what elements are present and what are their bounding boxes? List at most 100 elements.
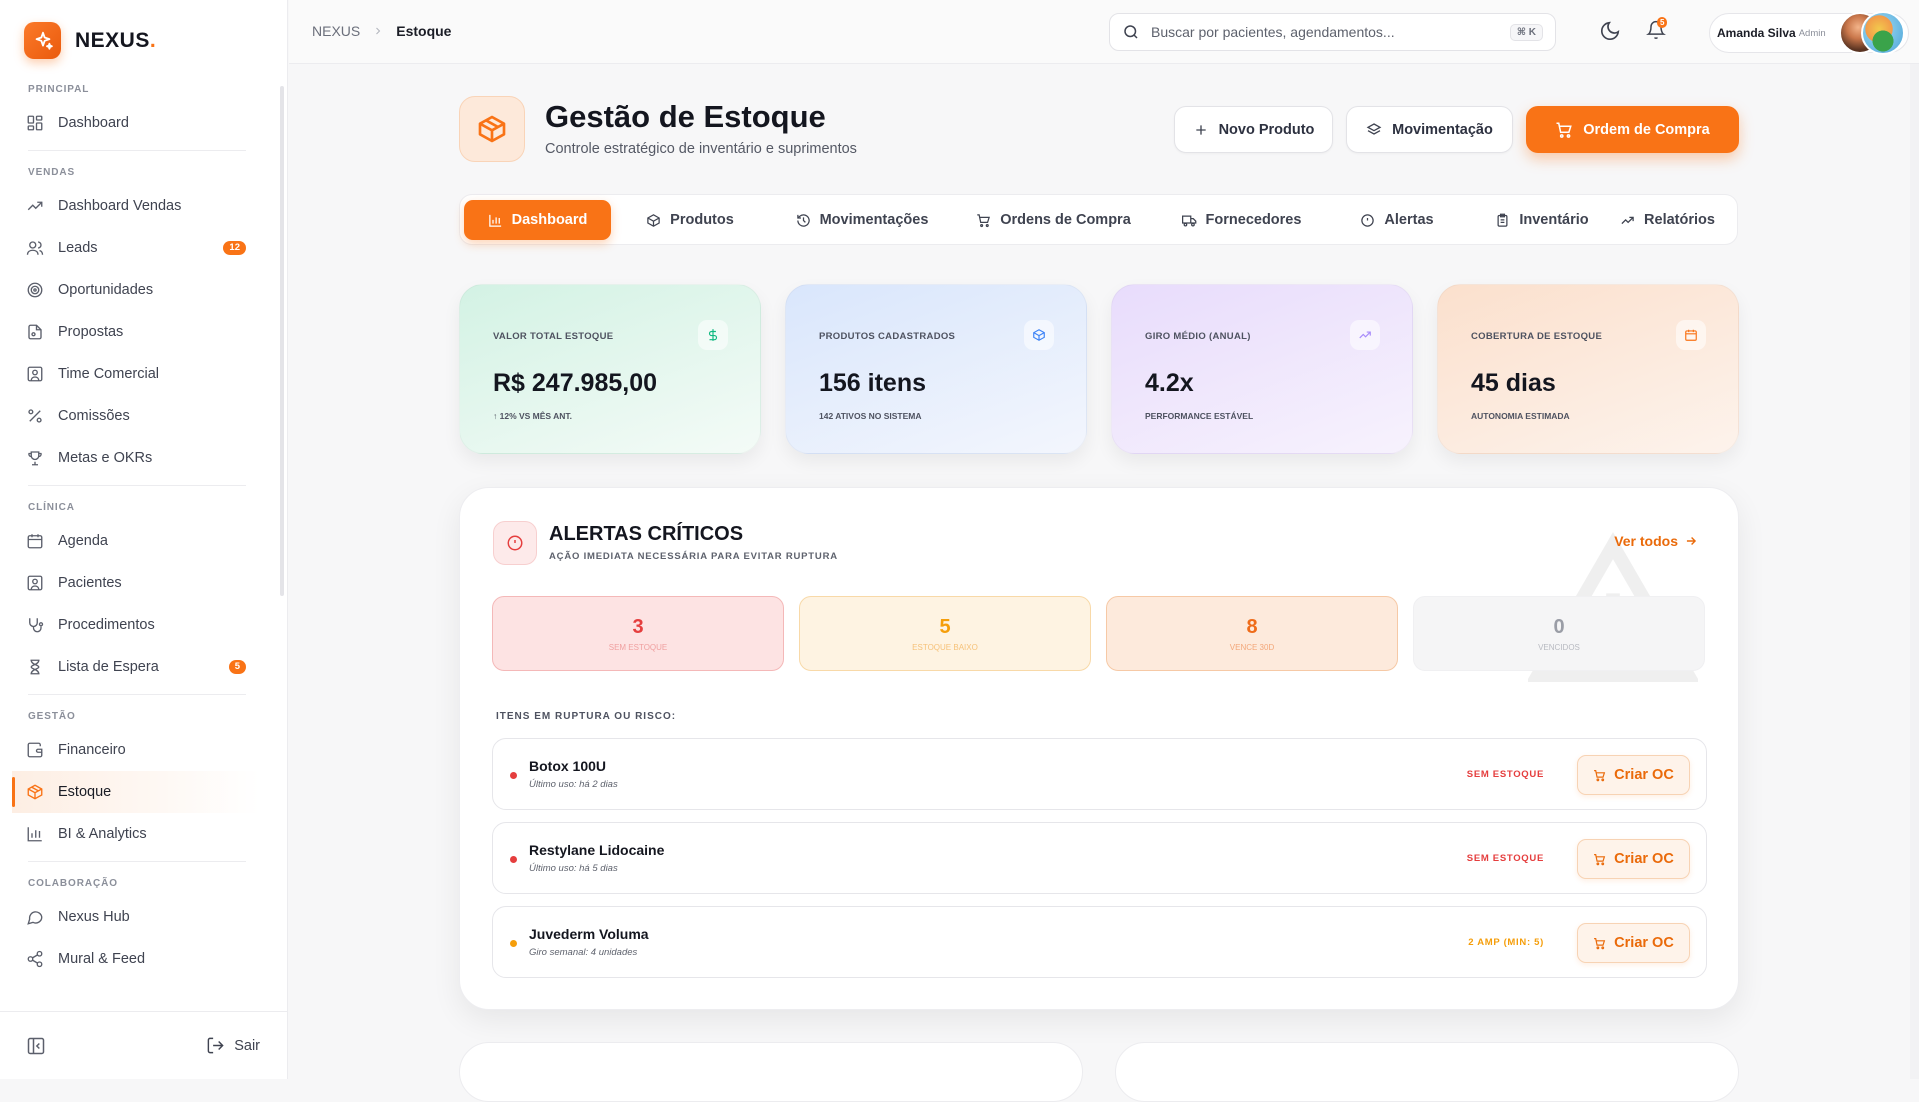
stethoscope-icon: [29, 618, 44, 633]
percent-icon: [28, 409, 42, 423]
sidebar-item-leads[interactable]: Leads 12: [0, 227, 280, 269]
cart-icon: [977, 213, 991, 227]
item-status: SEM ESTOQUE: [1466, 853, 1544, 864]
divider: [28, 150, 246, 151]
sidebar-item-label: Time Comercial: [58, 366, 159, 382]
cart-icon: [1556, 122, 1573, 138]
file-icon: [28, 324, 42, 340]
package-icon: [1024, 320, 1054, 350]
risk-items-heading: ITENS EM RUPTURA OU RISCO:: [496, 711, 677, 722]
sidebar-item-nexus-hub[interactable]: Nexus Hub: [0, 896, 280, 938]
sidebar-item-label: Leads: [58, 240, 98, 256]
sidebar-item-pacientes[interactable]: Pacientes: [0, 562, 280, 604]
kpi-value: 156 itens: [819, 369, 927, 397]
tab-label: Movimentações: [819, 212, 929, 228]
sidebar-item-dashboard-vendas[interactable]: Dashboard Vendas: [0, 185, 280, 227]
sparkle-icon: [24, 22, 61, 59]
tab-dashboard[interactable]: Dashboard: [464, 200, 611, 240]
chat-icon: [27, 911, 43, 925]
moon-icon[interactable]: [1599, 20, 1621, 42]
sidebar-item-label: Financeiro: [58, 742, 126, 758]
brand-logo[interactable]: NEXUS.: [24, 22, 156, 59]
leads-count-badge: 12: [223, 241, 246, 255]
divider: [28, 861, 246, 862]
nav-section-colaboracao: COLABORAÇÃO: [28, 878, 118, 889]
user-name: Amanda Silva: [1717, 26, 1796, 40]
tab-label: Inventário: [1519, 212, 1589, 228]
sidebar-item-bi-analytics[interactable]: BI & Analytics: [0, 813, 280, 855]
contact-icon: [27, 575, 43, 591]
view-all-link[interactable]: Ver todos: [1614, 533, 1698, 549]
nav-section-principal: PRINCIPAL: [28, 84, 90, 95]
cart-icon: [1594, 769, 1606, 781]
tab-label: Produtos: [670, 212, 734, 228]
create-po-button[interactable]: Criar OC: [1577, 839, 1690, 879]
create-po-button[interactable]: Criar OC: [1577, 755, 1690, 795]
sidebar-item-label: Mural & Feed: [58, 951, 146, 967]
logout-button[interactable]: Sair: [206, 1036, 260, 1055]
tab-produtos[interactable]: Produtos: [625, 200, 755, 240]
sidebar-item-oportunidades[interactable]: Oportunidades: [0, 269, 280, 311]
sidebar-item-label: BI & Analytics: [58, 826, 147, 842]
sidebar-item-estoque[interactable]: Estoque: [12, 771, 260, 813]
avatar-secondary[interactable]: [1861, 11, 1905, 55]
sidebar-item-comissoes[interactable]: Comissões: [0, 395, 280, 437]
risk-item-row[interactable]: Juvederm Voluma Giro semanal: 4 unidades…: [492, 906, 1707, 978]
search-input[interactable]: [1151, 24, 1499, 40]
breadcrumb-root[interactable]: NEXUS: [312, 23, 360, 39]
sidebar-scrollbar[interactable]: [280, 86, 284, 596]
sidebar: NEXUS. PRINCIPAL Dashboard VENDAS Dashbo…: [0, 0, 288, 1079]
stat-vence-30d[interactable]: 8 VENCE 30D: [1106, 596, 1398, 671]
movement-button[interactable]: Movimentação: [1346, 106, 1513, 153]
stat-vencidos[interactable]: 0 VENCIDOS: [1413, 596, 1705, 671]
sidebar-footer: Sair: [0, 1011, 288, 1079]
tab-label: Ordens de Compra: [1000, 212, 1131, 228]
kpi-card-produtos: PRODUTOS CADASTRADOS 156 itens 142 ATIVO…: [785, 284, 1087, 454]
stat-estoque-baixo[interactable]: 5 ESTOQUE BAIXO: [799, 596, 1091, 671]
tab-label: Alertas: [1384, 212, 1434, 228]
cart-icon: [1594, 937, 1606, 949]
sidebar-item-time-comercial[interactable]: Time Comercial: [0, 353, 280, 395]
alert-circle-icon: [1361, 213, 1375, 227]
risk-item-row[interactable]: Restylane Lidocaine Último uso: há 5 dia…: [492, 822, 1707, 894]
kpi-sub: AUTONOMIA ESTIMADA: [1471, 411, 1570, 421]
tab-alertas[interactable]: Alertas: [1330, 200, 1464, 240]
stat-sem-estoque[interactable]: 3 SEM ESTOQUE: [492, 596, 784, 671]
tab-label: Fornecedores: [1205, 212, 1302, 228]
dollar-icon: [698, 320, 728, 350]
tab-inventario[interactable]: Inventário: [1465, 200, 1619, 240]
sidebar-item-mural-feed[interactable]: Mural & Feed: [0, 938, 280, 980]
sidebar-item-dashboard[interactable]: Dashboard: [0, 102, 280, 144]
stat-label: VENCIDOS: [1538, 642, 1580, 652]
sidebar-item-label: Pacientes: [58, 575, 122, 591]
sidebar-item-label: Metas e OKRs: [58, 450, 153, 466]
status-dot: [510, 772, 517, 779]
new-product-button[interactable]: Novo Produto: [1174, 106, 1333, 153]
page-scrollbar[interactable]: [1910, 64, 1919, 1079]
purchase-order-button[interactable]: Ordem de Compra: [1526, 106, 1739, 153]
sidebar-item-propostas[interactable]: Propostas: [0, 311, 280, 353]
sidebar-item-procedimentos[interactable]: Procedimentos: [0, 604, 280, 646]
sidebar-item-lista-espera[interactable]: Lista de Espera 5: [0, 646, 280, 688]
create-po-button[interactable]: Criar OC: [1577, 923, 1690, 963]
tab-fornecedores[interactable]: Fornecedores: [1159, 200, 1324, 240]
sidebar-item-financeiro[interactable]: Financeiro: [0, 729, 280, 771]
sidebar-item-agenda[interactable]: Agenda: [0, 520, 280, 562]
item-name: Juvederm Voluma: [529, 926, 649, 942]
sidebar-item-label: Lista de Espera: [58, 659, 159, 675]
divider: [28, 694, 246, 695]
sidebar-item-label: Oportunidades: [58, 282, 154, 298]
collapse-sidebar-icon[interactable]: [26, 1036, 46, 1056]
tab-movimentacoes[interactable]: Movimentações: [769, 200, 955, 240]
risk-item-row[interactable]: Botox 100U Último uso: há 2 dias SEM EST…: [492, 738, 1707, 810]
item-detail: Último uso: há 2 dias: [529, 779, 618, 790]
notifications-button[interactable]: 5: [1646, 17, 1668, 42]
breadcrumb-current: Estoque: [396, 23, 452, 39]
sidebar-item-metas[interactable]: Metas e OKRs: [0, 437, 280, 479]
tab-relatorios[interactable]: Relatórios: [1601, 200, 1734, 240]
kpi-card-cobertura: COBERTURA DE ESTOQUE 45 dias AUTONOMIA E…: [1437, 284, 1739, 454]
bottom-panel-right: [1115, 1042, 1739, 1102]
search-bar[interactable]: ⌘ K: [1109, 13, 1556, 51]
trending-icon: [1350, 320, 1380, 350]
tab-ordens-compra[interactable]: Ordens de Compra: [960, 200, 1147, 240]
